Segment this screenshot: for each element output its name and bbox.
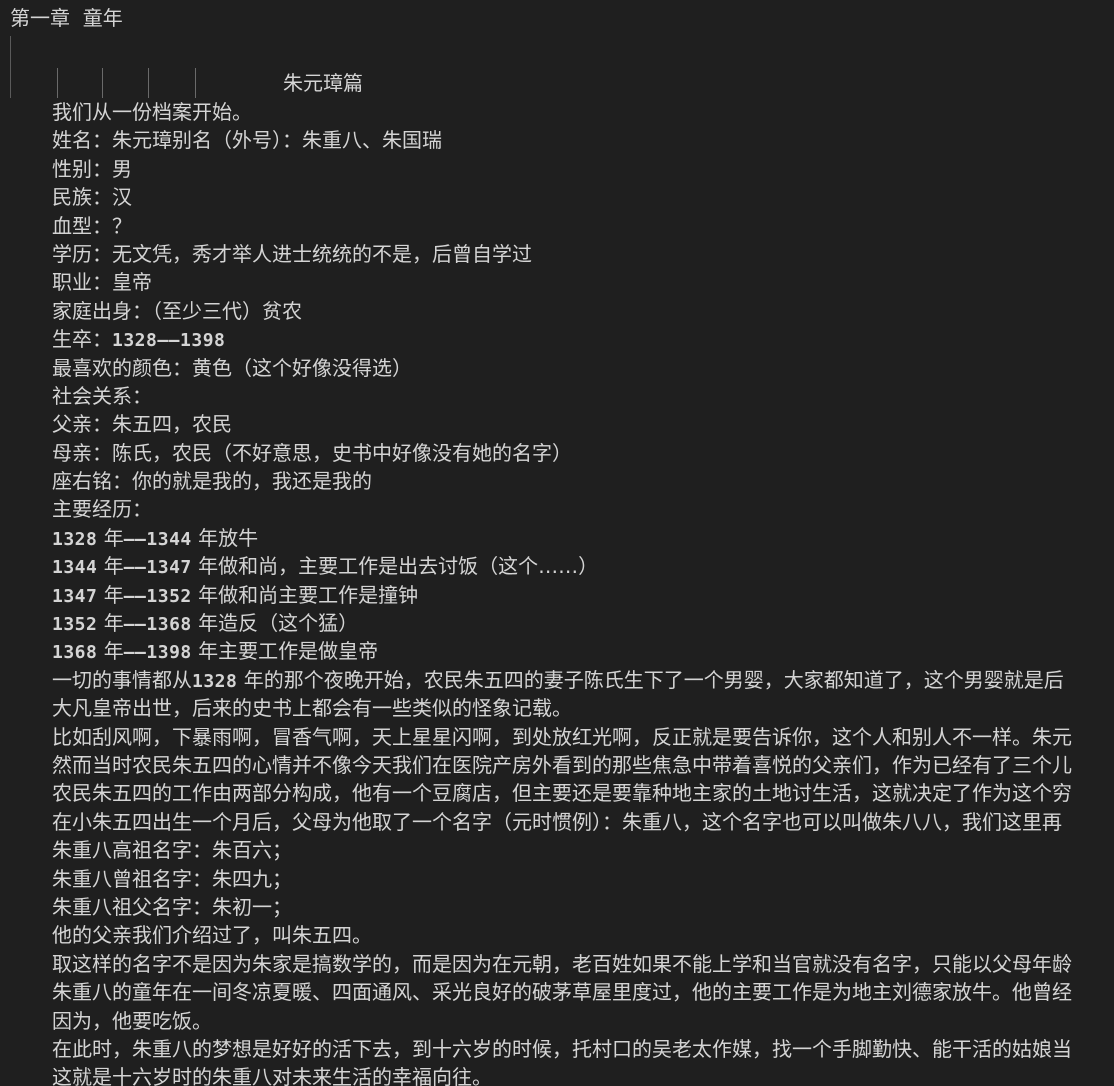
indent-guide-outer	[10, 36, 11, 98]
text-line: 生卒：1328——1398	[52, 325, 1114, 353]
text-line: 1328 年——1344 年放牛	[52, 524, 1114, 552]
text-segment: 父亲：朱五四，农民	[52, 412, 232, 437]
indent-guide	[148, 68, 149, 98]
year-number: ——1398	[123, 642, 192, 664]
text-segment: 家庭出身：（至少三代）贫农	[52, 298, 302, 323]
text-segment: 他的父亲我们介绍过了，叫朱五四。	[52, 923, 372, 948]
text-segment: 年	[97, 525, 124, 550]
text-segment: 姓名：朱元璋别名（外号）：朱重八、朱国瑞	[52, 128, 442, 153]
text-line: 母亲：陈氏，农民（不好意思，史书中好像没有她的名字）	[52, 439, 1114, 467]
year-number: ——1368	[123, 614, 192, 636]
text-line: 最喜欢的颜色：黄色（这个好像没得选）	[52, 354, 1114, 382]
text-segment: 朱重八曾祖名字：朱四九；	[52, 866, 292, 891]
text-line: 在小朱五四出生一个月后，父母为他取了一个名字（元时惯例）：朱重八，这个名字也可以…	[52, 808, 1114, 836]
text-segment: 在此时，朱重八的梦想是好好的活下去，到十六岁的时候，托村口的吴老太作媒，找一个手…	[52, 1036, 1072, 1061]
text-segment: 然而当时农民朱五四的心情并不像今天我们在医院产房外看到的那些焦急中带着喜悦的父亲…	[52, 752, 1072, 777]
text-segment: 大凡皇帝出世，后来的史书上都会有一些类似的怪象记载。	[52, 696, 572, 721]
text-line: 朱重八祖父名字：朱初一；	[52, 893, 1114, 921]
text-line: 我们从一份档案开始。	[52, 98, 1114, 126]
text-line: 社会关系：	[52, 382, 1114, 410]
text-line: 农民朱五四的工作由两部分构成，他有一个豆腐店，但主要还是要靠种地主家的土地讨生活…	[52, 779, 1114, 807]
text-segment: 主要经历：	[52, 497, 152, 522]
year-number: ——1347	[123, 557, 192, 579]
year-number: 1328	[192, 670, 238, 692]
year-number: 1328	[52, 528, 98, 550]
indent-guide	[57, 68, 58, 98]
text-line: 在此时，朱重八的梦想是好好的活下去，到十六岁的时候，托村口的吴老太作媒，找一个手…	[52, 1035, 1114, 1063]
text-segment: 职业：皇帝	[52, 270, 152, 295]
year-number: 1352	[52, 614, 98, 636]
text-line: 大凡皇帝出世，后来的史书上都会有一些类似的怪象记载。	[52, 694, 1114, 722]
text-line: 主要经历：	[52, 495, 1114, 523]
text-segment: 生卒：	[52, 327, 112, 352]
text-segment: 年放牛	[191, 525, 259, 550]
text-line: 他的父亲我们介绍过了，叫朱五四。	[52, 921, 1114, 949]
text-segment: 民族：汉	[52, 185, 132, 210]
text-line: 取这样的名字不是因为朱家是搞数学的，而是因为在元朝，老百姓如果不能上学和当官就没…	[52, 950, 1114, 978]
text-editor[interactable]: 朱元璋篇 我们从一份档案开始。姓名：朱元璋别名（外号）：朱重八、朱国瑞 性别：男民…	[0, 36, 1114, 1086]
text-segment: 一切的事情都从	[52, 667, 192, 692]
text-segment: 最喜欢的颜色：黄色（这个好像没得选）	[52, 355, 412, 380]
text-line: 1368 年——1398 年主要工作是做皇帝	[52, 637, 1114, 665]
text-segment: 年	[97, 582, 124, 607]
chapter-title-bar: 第一章 童年	[0, 0, 1114, 36]
indent-guide	[195, 68, 196, 98]
text-segment: 朱重八的童年在一间冬凉夏暖、四面通风、采光良好的破茅草屋里度过，他的主要工作是为…	[52, 980, 1072, 1005]
year-number: ——1344	[123, 528, 192, 550]
document-body[interactable]: 我们从一份档案开始。姓名：朱元璋别名（外号）：朱重八、朱国瑞 性别：男民族：汉血型…	[52, 98, 1114, 1086]
text-line: 学历：无文凭，秀才举人进士统统的不是，后曾自学过	[52, 240, 1114, 268]
text-segment: 学历：无文凭，秀才举人进士统统的不是，后曾自学过	[52, 241, 532, 266]
text-segment: 年造反（这个猛）	[191, 611, 359, 636]
text-segment: 因为，他要吃饭。	[52, 1008, 212, 1033]
text-segment: 年	[97, 554, 124, 579]
text-segment: 比如刮风啊，下暴雨啊，冒香气啊，天上星星闪啊，到处放红光啊，反正就是要告诉你，这…	[52, 724, 1072, 749]
text-line: 这就是十六岁时的朱重八对未来生活的幸福向往。	[52, 1063, 1114, 1086]
text-line: 1352 年——1368 年造反（这个猛）	[52, 609, 1114, 637]
text-segment: 血型：？	[52, 213, 132, 238]
text-line: 比如刮风啊，下暴雨啊，冒香气啊，天上星星闪啊，到处放红光啊，反正就是要告诉你，这…	[52, 723, 1114, 751]
text-line: 朱重八高祖名字：朱百六；	[52, 836, 1114, 864]
text-segment: 农民朱五四的工作由两部分构成，他有一个豆腐店，但主要还是要靠种地主家的土地讨生活…	[52, 781, 1072, 806]
chapter-title: 第一章 童年	[10, 6, 123, 30]
text-line: 职业：皇帝	[52, 268, 1114, 296]
text-line: 家庭出身：（至少三代）贫农	[52, 297, 1114, 325]
text-line: 座右铭：你的就是我的，我还是我的	[52, 467, 1114, 495]
year-number: 1344	[52, 557, 98, 579]
text-segment: 朱重八祖父名字：朱初一；	[52, 894, 292, 919]
text-line: 1347 年——1352 年做和尚主要工作是撞钟	[52, 581, 1114, 609]
text-segment: 年做和尚主要工作是撞钟	[191, 582, 419, 607]
text-segment: 我们从一份档案开始。	[52, 100, 252, 124]
text-line: 朱重八曾祖名字：朱四九；	[52, 865, 1114, 893]
text-line: 民族：汉	[52, 183, 1114, 211]
text-segment: 性别：男	[52, 156, 132, 181]
text-line: 父亲：朱五四，农民	[52, 410, 1114, 438]
text-line: 一切的事情都从1328 年的那个夜晚开始，农民朱五四的妻子陈氏生下了一个男婴，大…	[52, 666, 1114, 694]
year-number: 1368	[52, 642, 98, 664]
text-segment: 年	[97, 611, 124, 636]
year-number: ——1352	[123, 585, 192, 607]
text-segment: 这就是十六岁时的朱重八对未来生活的幸福向往。	[52, 1065, 492, 1086]
text-line: 血型：？	[52, 212, 1114, 240]
text-segment: 座右铭：你的就是我的，我还是我的	[52, 469, 372, 494]
text-segment: 社会关系：	[52, 383, 152, 408]
text-segment: 朱重八高祖名字：朱百六；	[52, 838, 292, 863]
text-line: 因为，他要吃饭。	[52, 1007, 1114, 1035]
text-segment: 年的那个夜晚开始，农民朱五四的妻子陈氏生下了一个男婴，大家都知道了，这个男婴就是…	[237, 667, 1064, 692]
text-line: 姓名：朱元璋别名（外号）：朱重八、朱国瑞	[52, 126, 1114, 154]
section-heading: 朱元璋篇	[283, 71, 363, 95]
text-segment: 年主要工作是做皇帝	[191, 639, 379, 664]
text-segment: 取这样的名字不是因为朱家是搞数学的，而是因为在元朝，老百姓如果不能上学和当官就没…	[52, 951, 1072, 976]
text-segment: 年	[97, 639, 124, 664]
year-number: 1347	[52, 585, 98, 607]
year-number: 1328——1398	[112, 330, 226, 352]
text-line: 1344 年——1347 年做和尚，主要工作是出去讨饭（这个……）	[52, 552, 1114, 580]
indent-guide	[102, 68, 103, 98]
text-line: 朱重八的童年在一间冬凉夏暖、四面通风、采光良好的破茅草屋里度过，他的主要工作是为…	[52, 978, 1114, 1006]
text-segment: 在小朱五四出生一个月后，父母为他取了一个名字（元时惯例）：朱重八，这个名字也可以…	[52, 809, 1062, 834]
text-line: 性别：男	[52, 155, 1114, 183]
text-line: 然而当时农民朱五四的心情并不像今天我们在医院产房外看到的那些焦急中带着喜悦的父亲…	[52, 751, 1114, 779]
text-segment: 母亲：陈氏，农民（不好意思，史书中好像没有她的名字）	[52, 440, 572, 465]
text-segment: 年做和尚，主要工作是出去讨饭（这个……）	[191, 554, 599, 579]
